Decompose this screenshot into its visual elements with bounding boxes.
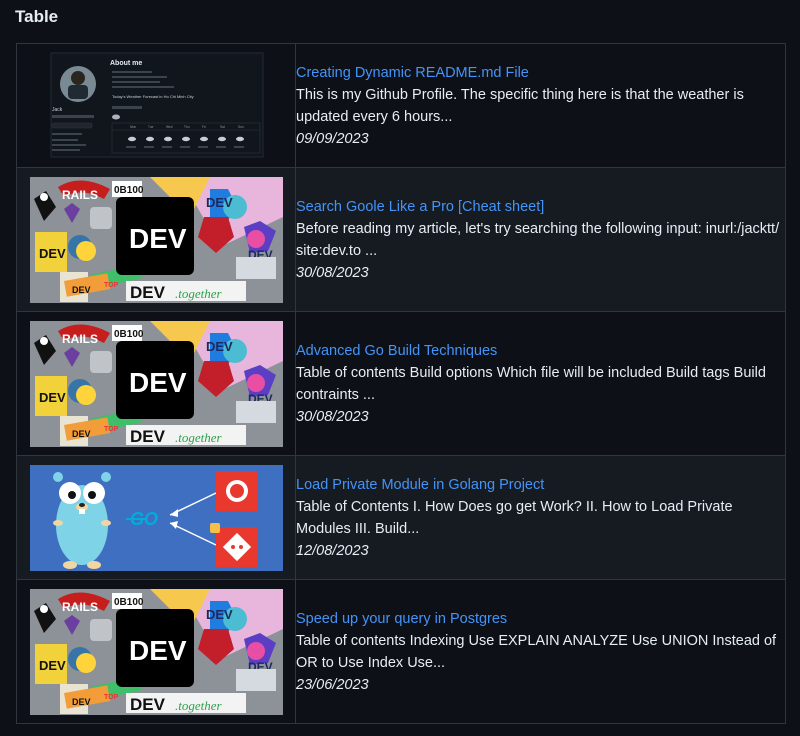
forecast-day-1: Mon [130,125,136,129]
top-sticker-text: TOP [104,426,119,433]
dev-together-suffix: .together [175,286,223,301]
dev-logo-text: DEV [129,367,187,398]
svg-text:0B100: 0B100 [114,185,144,196]
forecast-day-5: Fri [202,125,206,129]
dev-logo-text: DEV [129,223,187,254]
rails-text: RAILS [62,332,98,346]
dev-badge-text: DEV [39,658,66,673]
dev-stickers-cover: DEV RAILS 0B100 DEV DEV DEV DEV .togethe… [30,176,283,303]
post-description: This is my Github Profile. The specific … [296,86,744,125]
post-description: Table of Contents I. How Does go get Wor… [296,498,733,537]
post-date: 09/09/2023 [296,130,369,147]
post-title-link[interactable]: Speed up your query in Postgres [296,608,785,630]
github-about-header: About me [110,60,142,67]
dev-stickers-cover: DEV RAILS 0B100 DEV DEV DEV DEV .togethe… [30,320,283,447]
thumbnail-cell: GO [16,455,296,580]
posts-table: Jack About me Today's Weather Forecast i… [16,43,786,724]
dev-together-suffix: .together [175,430,223,445]
forecast-day-3: Wed [166,125,173,129]
page: Table Jack About me Today's Weather Fore… [0,0,800,736]
table-row: DEV RAILS 0B100 DEV DEV DEV DEV .togethe… [16,579,786,724]
post-text-cell: Creating Dynamic README.md File This is … [295,43,786,168]
forecast-day-7: Sun [238,125,244,129]
table-row: DEV RAILS 0B100 DEV DEV DEV DEV .togethe… [16,167,786,312]
dev-sticker-purple: DEV [206,607,233,622]
post-date: 30/08/2023 [296,408,369,425]
post-text-cell: Search Goole Like a Pro [Cheat sheet] Be… [295,167,786,312]
post-title-link[interactable]: Creating Dynamic README.md File [296,62,785,84]
post-description: Before reading my article, let's try sea… [296,220,780,259]
dev-sticker-purple: DEV [206,339,233,354]
top-sticker-text: TOP [104,282,119,289]
post-title-link[interactable]: Search Goole Like a Pro [Cheat sheet] [296,196,785,218]
thumbnail-cell: DEV RAILS 0B100 DEV DEV DEV DEV .togethe… [16,311,296,456]
forecast-day-4: Thu [184,125,190,129]
post-date: 30/08/2023 [296,264,369,281]
go-gopher-private-module: GO [30,464,283,571]
forecast-day-2: Tue [148,125,154,129]
rails-text: RAILS [62,600,98,614]
dev-stickers-cover: DEV RAILS 0B100 DEV DEV DEV DEV .togethe… [30,588,283,715]
svg-text:DEV: DEV [72,285,91,295]
post-text-cell: Advanced Go Build Techniques Table of co… [295,311,786,456]
table-row: Jack About me Today's Weather Forecast i… [16,43,786,168]
table-row: GO Load Private Module in Golang Project… [16,455,786,580]
post-thumbnail[interactable]: DEV RAILS 0B100 DEV DEV DEV DEV .togethe… [30,588,283,715]
svg-text:DEV: DEV [72,429,91,439]
rails-text: RAILS [62,188,98,202]
page-heading: Table [15,7,59,26]
thumbnail-cell: DEV RAILS 0B100 DEV DEV DEV DEV .togethe… [16,167,296,312]
post-title-link[interactable]: Load Private Module in Golang Project [296,474,785,496]
svg-text:0B100: 0B100 [114,597,144,608]
dev-together-suffix: .together [175,698,223,713]
github-user: Jack [52,107,63,113]
post-title-link[interactable]: Advanced Go Build Techniques [296,340,785,362]
dev-together-prefix: DEV [130,283,166,302]
forecast-day-6: Sat [220,125,225,129]
table-row: DEV RAILS 0B100 DEV DEV DEV DEV .togethe… [16,311,786,456]
lock-icon [210,522,220,533]
dev-together-prefix: DEV [130,695,166,714]
svg-text:0B100: 0B100 [114,329,144,340]
post-description: Table of contents Build options Which fi… [296,364,766,403]
thumbnail-cell: Jack About me Today's Weather Forecast i… [16,43,296,168]
dev-logo-text: DEV [129,635,187,666]
dev-badge-text: DEV [39,246,66,261]
post-thumbnail[interactable]: Jack About me Today's Weather Forecast i… [30,50,283,161]
post-date: 12/08/2023 [296,542,369,559]
post-description: Table of contents Indexing Use EXPLAIN A… [296,632,777,671]
dev-sticker-purple: DEV [206,195,233,210]
forecast-title: Today's Weather Forecast in Ho Chi Minh … [112,94,194,99]
post-thumbnail[interactable]: DEV RAILS 0B100 DEV DEV DEV DEV .togethe… [30,320,283,447]
post-text-cell: Speed up your query in Postgres Table of… [295,579,786,724]
dev-together-prefix: DEV [130,427,166,446]
github-profile-screenshot: Jack About me Today's Weather Forecast i… [30,50,283,161]
post-text-cell: Load Private Module in Golang Project Ta… [295,455,786,580]
dev-badge-text: DEV [39,390,66,405]
svg-text:DEV: DEV [72,697,91,707]
post-date: 23/06/2023 [296,676,369,693]
top-sticker-text: TOP [104,694,119,701]
post-thumbnail[interactable]: DEV RAILS 0B100 DEV DEV DEV DEV .togethe… [30,176,283,303]
thumbnail-cell: DEV RAILS 0B100 DEV DEV DEV DEV .togethe… [16,579,296,724]
post-thumbnail[interactable]: GO [30,464,283,571]
